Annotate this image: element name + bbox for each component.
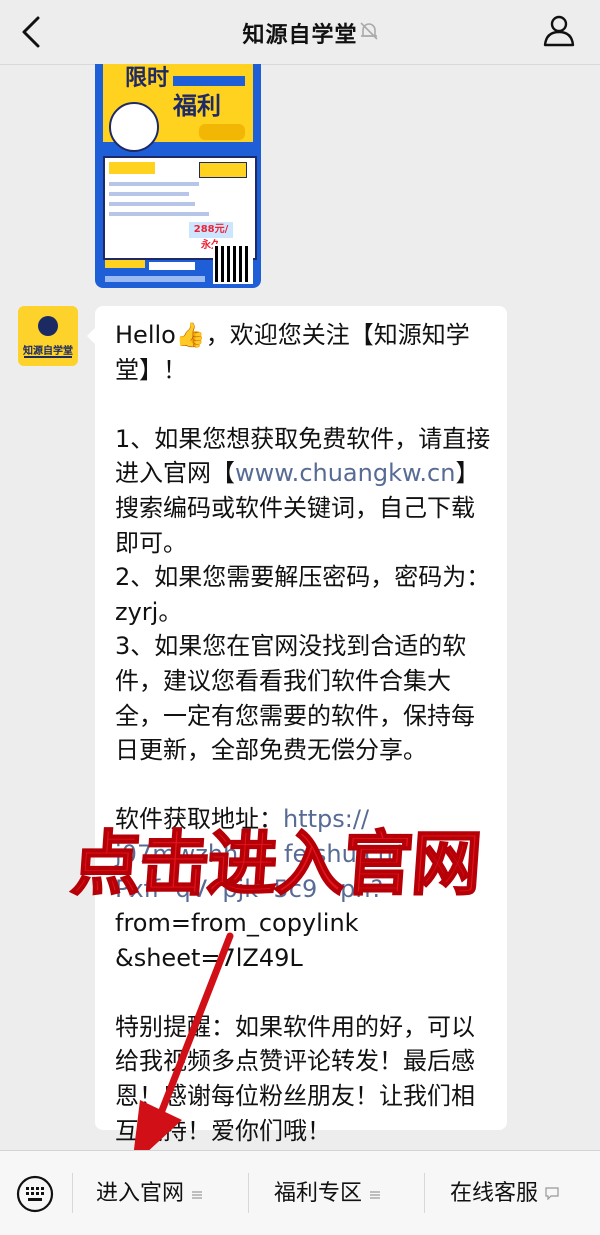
bottom-menu-bar: 进入官网 福利专区 在线客服 xyxy=(0,1150,600,1235)
top-navigation-bar: 知源自学堂 xyxy=(0,0,600,65)
poster-title-top: 限时 xyxy=(125,65,170,91)
poster-price: 288元/永久 xyxy=(189,222,233,251)
page-title: 知源自学堂 xyxy=(242,23,358,48)
poster-rules-tag xyxy=(109,162,155,174)
poster-rule-line xyxy=(109,202,195,206)
bell-muted-icon xyxy=(358,20,380,46)
menu-item-welfare-zone[interactable]: 福利专区 xyxy=(274,1177,381,1211)
message-greeting: Hello👍，欢迎您关注【知源知学堂】！ xyxy=(115,321,470,384)
poster-arrow xyxy=(149,262,195,270)
menu-divider xyxy=(72,1173,73,1213)
red-arrow-icon xyxy=(132,932,234,1166)
menu-item-label: 福利专区 xyxy=(274,1181,363,1206)
poster-date-line xyxy=(105,276,205,282)
qr-code-icon xyxy=(213,244,253,284)
poster-banner xyxy=(173,76,245,86)
menu-divider xyxy=(424,1173,425,1213)
menu-divider xyxy=(248,1173,249,1213)
message-point-1: 1、如果您想获取免费软件，请直接进入官网【www.chuangkw.cn】搜索编… xyxy=(115,425,490,557)
message-point-3: 3、如果您在官网没找到合适的软件，建议您看看我们软件合集大全，一定有您需要的软件… xyxy=(115,632,475,765)
keyboard-icon[interactable] xyxy=(16,1175,54,1217)
red-overlay-text: 点击进入官网 xyxy=(68,821,484,906)
poster-footer-label xyxy=(105,260,145,268)
menu-item-online-service[interactable]: 在线客服 xyxy=(450,1177,560,1211)
poster-rule-line xyxy=(109,182,199,186)
menu-item-label: 进入官网 xyxy=(96,1181,185,1206)
poster-rule-line xyxy=(109,192,189,196)
poster-illustration xyxy=(109,102,159,152)
chat-bubble-icon xyxy=(544,1177,560,1211)
logo-icon xyxy=(38,316,58,336)
poster-price-tag xyxy=(199,162,247,178)
avatar-name: 知源自学堂 xyxy=(23,346,73,357)
poster-title-main: 福利 xyxy=(173,91,221,120)
menu-lines-icon xyxy=(370,1177,381,1211)
avatar[interactable]: 知源自学堂 xyxy=(18,306,78,366)
poster-rule-line xyxy=(109,212,209,216)
message-point-2: 2、如果您需要解压密码，密码为：zyrj。 xyxy=(115,563,491,626)
person-icon[interactable] xyxy=(542,13,576,51)
menu-lines-icon xyxy=(192,1177,203,1211)
avatar-underline xyxy=(24,356,72,358)
menu-item-label: 在线客服 xyxy=(450,1181,539,1206)
promo-poster-image[interactable]: 限时 福利 288元/永久 xyxy=(95,64,261,288)
menu-item-official-site[interactable]: 进入官网 xyxy=(96,1177,203,1211)
gold-ingot-illustration xyxy=(199,124,245,140)
website-link[interactable]: www.chuangkw.cn xyxy=(235,459,455,487)
